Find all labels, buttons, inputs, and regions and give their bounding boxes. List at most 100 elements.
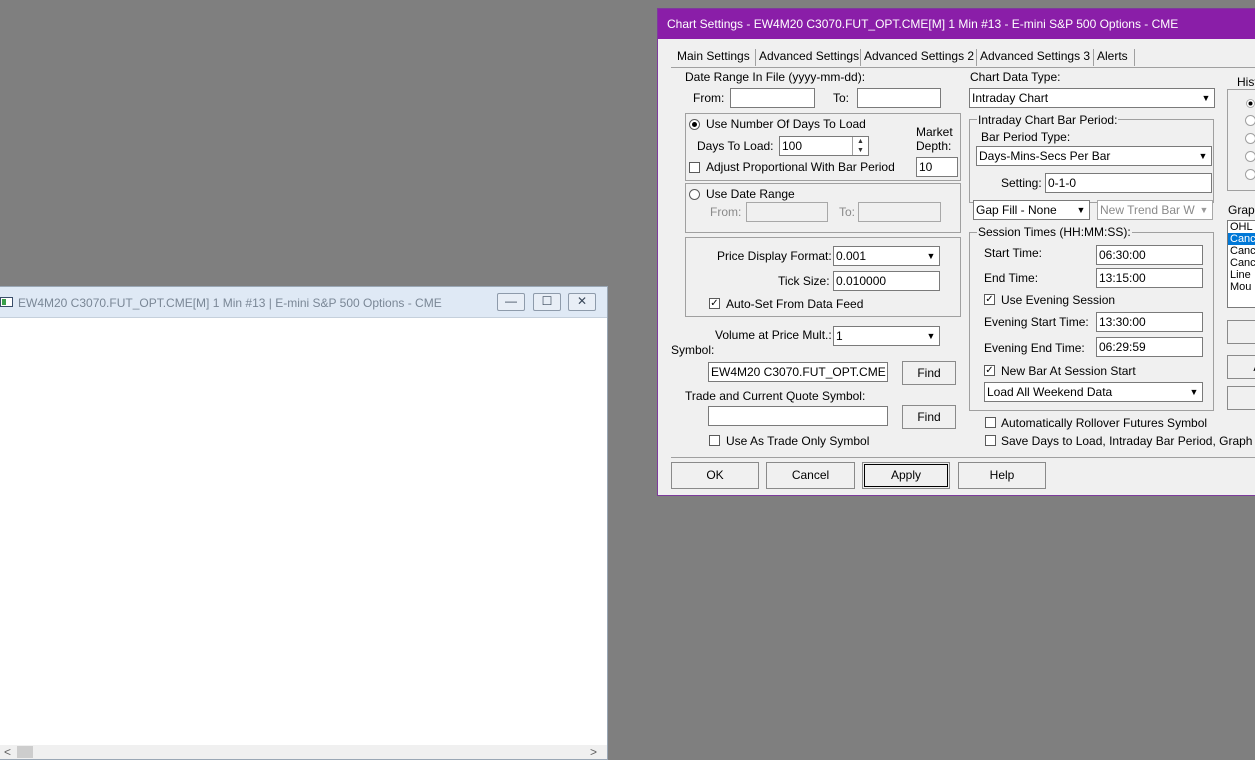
list-item[interactable]: Mou bbox=[1228, 281, 1255, 293]
use-days-radio[interactable] bbox=[689, 119, 700, 130]
scroll-thumb[interactable] bbox=[17, 746, 33, 758]
price-format-select[interactable]: 0.001 ▼ bbox=[833, 246, 940, 266]
close-button[interactable]: ✕ bbox=[568, 293, 596, 311]
graph-apply-button[interactable]: Ap bbox=[1227, 355, 1255, 379]
use-days-label: Use Number Of Days To Load bbox=[706, 117, 866, 131]
graph-edit-button[interactable]: E bbox=[1227, 386, 1255, 410]
chart-data-type-select[interactable]: Intraday Chart ▼ bbox=[969, 88, 1215, 108]
file-from-input[interactable] bbox=[730, 88, 815, 108]
days-to-load-value: 100 bbox=[782, 139, 803, 153]
scroll-right-icon[interactable]: > bbox=[590, 745, 597, 759]
list-item[interactable]: Line bbox=[1228, 269, 1255, 281]
bar-setting-label: Setting: bbox=[1001, 176, 1042, 190]
adjust-proportional-checkbox[interactable] bbox=[689, 162, 700, 173]
cancel-button[interactable]: Cancel bbox=[766, 462, 855, 489]
market-depth-input[interactable]: 10 bbox=[916, 157, 958, 177]
tab-separator bbox=[860, 49, 861, 66]
tick-size-label: Tick Size: bbox=[778, 274, 830, 288]
auto-set-label: Auto-Set From Data Feed bbox=[726, 297, 864, 311]
help-button[interactable]: Help bbox=[958, 462, 1046, 489]
history-radio-5[interactable] bbox=[1245, 169, 1255, 180]
gap-fill-select[interactable]: Gap Fill - None ▼ bbox=[973, 200, 1090, 220]
tick-size-input[interactable]: 0.010000 bbox=[833, 271, 940, 291]
new-trend-select[interactable]: New Trend Bar W ▼ bbox=[1097, 200, 1213, 220]
file-to-input[interactable] bbox=[857, 88, 941, 108]
chart-data-type-label: Chart Data Type: bbox=[970, 70, 1061, 84]
history-radio-3[interactable] bbox=[1245, 133, 1255, 144]
new-bar-session-checkbox[interactable]: ✓ bbox=[984, 365, 995, 376]
chevron-down-icon: ▼ bbox=[926, 331, 936, 341]
tab-alerts[interactable]: Alerts bbox=[1097, 49, 1128, 63]
evening-end-input[interactable]: 06:29:59 bbox=[1096, 337, 1203, 357]
graph-type-list[interactable]: OHL Canc Canc Canc Line Mou bbox=[1227, 220, 1255, 308]
ok-button[interactable]: OK bbox=[671, 462, 759, 489]
find-symbol-button[interactable]: Find bbox=[902, 361, 956, 385]
scroll-left-icon[interactable]: < bbox=[4, 745, 11, 759]
chevron-down-icon: ▼ bbox=[1076, 205, 1086, 215]
dialog-titlebar[interactable]: Chart Settings - EW4M20 C3070.FUT_OPT.CM… bbox=[658, 9, 1255, 39]
history-group-label: Hist bbox=[1236, 75, 1255, 89]
apply-button[interactable]: Apply bbox=[862, 462, 950, 489]
bar-period-type-value: Days-Mins-Secs Per Bar bbox=[979, 149, 1111, 163]
tab-separator bbox=[976, 49, 977, 66]
chart-titlebar[interactable]: EW4M20 C3070.FUT_OPT.CME[M] 1 Min #13 | … bbox=[0, 287, 607, 318]
days-spinner-icon[interactable]: ▲ ▼ bbox=[852, 137, 868, 155]
chevron-down-icon: ▼ bbox=[1189, 387, 1199, 397]
end-time-input[interactable]: 13:15:00 bbox=[1096, 268, 1203, 288]
bar-period-type-select[interactable]: Days-Mins-Secs Per Bar ▼ bbox=[976, 146, 1212, 166]
evening-start-input[interactable]: 13:30:00 bbox=[1096, 312, 1203, 332]
history-radio-2[interactable] bbox=[1245, 115, 1255, 126]
range-to-label: To: bbox=[839, 205, 856, 219]
use-date-range-radio[interactable] bbox=[689, 189, 700, 200]
save-days-checkbox[interactable] bbox=[985, 435, 996, 446]
graph-settings-button[interactable]: S bbox=[1227, 320, 1255, 344]
chevron-down-icon: ▼ bbox=[1201, 93, 1211, 103]
trade-only-checkbox[interactable] bbox=[709, 435, 720, 446]
tab-advanced-settings[interactable]: Advanced Settings bbox=[759, 49, 859, 63]
list-item[interactable]: Canc bbox=[1228, 245, 1255, 257]
chevron-down-icon: ▼ bbox=[1199, 205, 1209, 215]
date-range-file-label: Date Range In File (yyyy-mm-dd): bbox=[685, 70, 866, 84]
list-item[interactable]: Canc bbox=[1228, 233, 1255, 245]
range-from-label: From: bbox=[710, 205, 742, 219]
start-time-input[interactable]: 06:30:00 bbox=[1096, 245, 1203, 265]
volume-mult-select[interactable]: 1 ▼ bbox=[833, 326, 940, 346]
range-to-input[interactable] bbox=[858, 202, 941, 222]
new-bar-session-label: New Bar At Session Start bbox=[1001, 364, 1136, 378]
bar-period-type-label: Bar Period Type: bbox=[981, 130, 1071, 144]
weekend-data-select[interactable]: Load All Weekend Data ▼ bbox=[984, 382, 1203, 402]
bar-setting-input[interactable]: 0-1-0 bbox=[1045, 173, 1212, 193]
tab-advanced-settings-2[interactable]: Advanced Settings 2 bbox=[864, 49, 974, 63]
tab-separator bbox=[1093, 49, 1094, 66]
use-evening-session-label: Use Evening Session bbox=[1001, 293, 1116, 307]
adjust-proportional-label: Adjust Proportional With Bar Period bbox=[706, 160, 895, 174]
chevron-down-icon: ▼ bbox=[926, 251, 936, 261]
use-evening-session-checkbox[interactable]: ✓ bbox=[984, 294, 995, 305]
minimize-button[interactable]: — bbox=[497, 293, 525, 311]
chart-area[interactable] bbox=[0, 318, 607, 745]
list-item[interactable]: Canc bbox=[1228, 257, 1255, 269]
history-radio-4[interactable] bbox=[1245, 151, 1255, 162]
chart-horizontal-scrollbar[interactable]: < > bbox=[0, 745, 607, 759]
symbol-label: Symbol: bbox=[671, 343, 715, 357]
chart-data-type-value: Intraday Chart bbox=[972, 91, 1049, 105]
days-to-load-label: Days To Load: bbox=[697, 139, 774, 153]
chart-window-title: EW4M20 C3070.FUT_OPT.CME[M] 1 Min #13 | … bbox=[18, 296, 442, 310]
range-from-input[interactable] bbox=[746, 202, 828, 222]
tab-advanced-settings-3[interactable]: Advanced Settings 3 bbox=[980, 49, 1090, 63]
days-to-load-input[interactable]: 100 ▲ ▼ bbox=[779, 136, 869, 156]
market-depth-label-line2: Depth: bbox=[916, 139, 952, 153]
auto-rollover-checkbox[interactable] bbox=[985, 417, 996, 428]
restore-button[interactable]: ☐ bbox=[533, 293, 561, 311]
price-format-value: 0.001 bbox=[836, 249, 867, 263]
chart-app-icon bbox=[0, 297, 13, 307]
symbol-input[interactable]: EW4M20 C3070.FUT_OPT.CME bbox=[708, 362, 888, 382]
list-item[interactable]: OHL bbox=[1228, 221, 1255, 233]
trade-symbol-input[interactable] bbox=[708, 406, 888, 426]
trade-only-label: Use As Trade Only Symbol bbox=[726, 434, 870, 448]
find-trade-symbol-button[interactable]: Find bbox=[902, 405, 956, 429]
tab-main-settings[interactable]: Main Settings bbox=[677, 49, 750, 63]
chart-settings-dialog: Chart Settings - EW4M20 C3070.FUT_OPT.CM… bbox=[657, 8, 1255, 496]
history-radio-1[interactable] bbox=[1246, 99, 1255, 108]
auto-set-checkbox[interactable]: ✓ bbox=[709, 298, 720, 309]
